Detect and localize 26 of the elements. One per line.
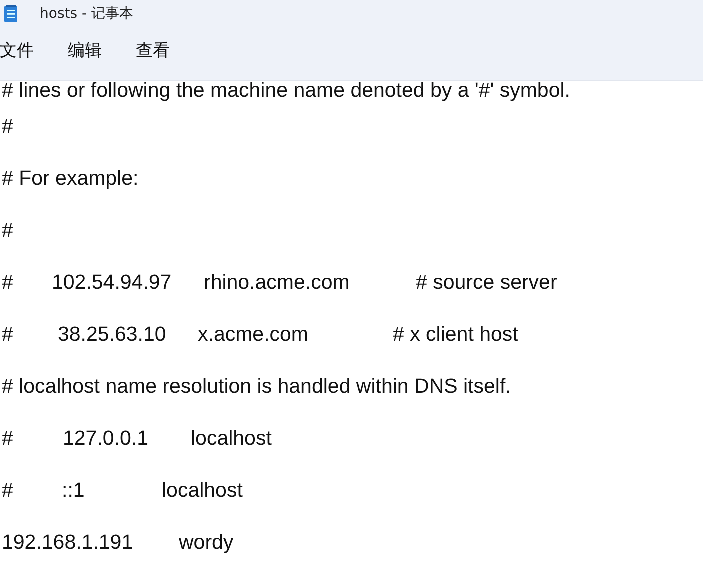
text-line: # x client host bbox=[393, 322, 518, 348]
text-line: localhost bbox=[162, 478, 243, 504]
text-line: localhost bbox=[191, 426, 272, 452]
text-line: 38.25.63.10 bbox=[58, 322, 166, 348]
text-line: # bbox=[2, 322, 14, 348]
window-title: hosts - 记事本 bbox=[40, 4, 134, 24]
text-line: wordy bbox=[179, 530, 234, 556]
menu-item[interactable]: 文件 bbox=[0, 42, 34, 60]
text-line: 102.54.94.97 bbox=[52, 270, 172, 296]
text-line: # bbox=[2, 270, 14, 296]
text-line: # bbox=[2, 426, 14, 452]
text-line: # For example: bbox=[2, 166, 139, 192]
menu-item[interactable]: 编辑 bbox=[68, 42, 102, 60]
text-line: # bbox=[2, 114, 14, 140]
text-line: 127.0.0.1 bbox=[63, 426, 148, 452]
text-line: # bbox=[2, 478, 14, 504]
text-line: # lines or following the machine name denoted by a '#' symbol. bbox=[2, 78, 570, 104]
menu-item[interactable]: 查看 bbox=[136, 42, 170, 60]
text-line: rhino.acme.com bbox=[204, 270, 350, 296]
text-line: # bbox=[2, 218, 14, 244]
notepad-icon bbox=[4, 5, 18, 23]
text-line: # localhost name resolution is handled within DNS itself. bbox=[2, 374, 512, 400]
text-line: ::1 bbox=[62, 478, 85, 504]
text-line: # source server bbox=[416, 270, 558, 296]
text-line: 192.168.1.191 bbox=[2, 530, 134, 556]
text-line: x.acme.com bbox=[198, 322, 308, 348]
